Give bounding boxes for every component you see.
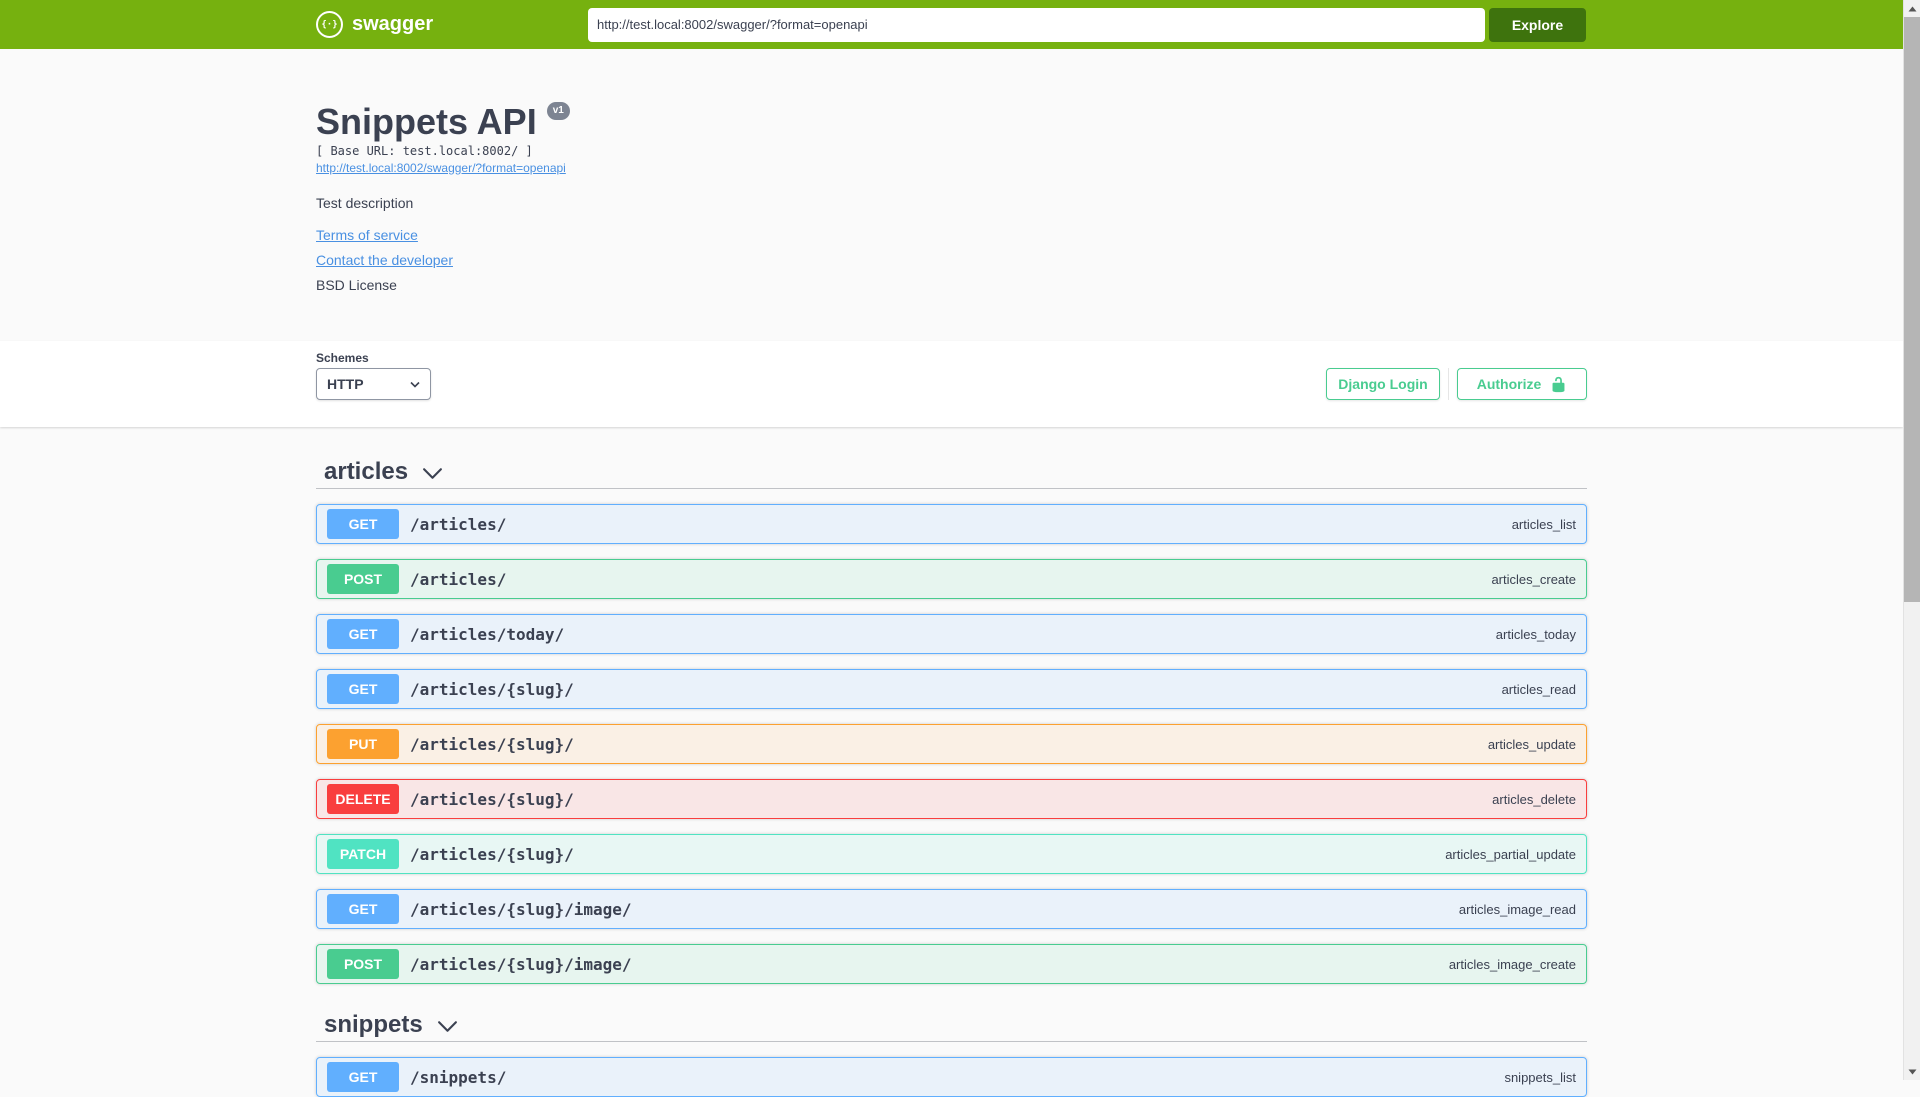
operation-id: articles_image_create bbox=[1448, 956, 1576, 972]
scrollbar[interactable] bbox=[1903, 0, 1920, 1080]
authorize-button[interactable]: Authorize bbox=[1457, 368, 1587, 400]
operation-path: /articles/ bbox=[410, 569, 507, 589]
method-badge: POST bbox=[327, 564, 399, 594]
operation-id: articles_delete bbox=[1492, 791, 1576, 807]
spec-link[interactable]: http://test.local:8002/swagger/?format=o… bbox=[316, 161, 566, 175]
contact-developer-link[interactable]: Contact the developer bbox=[316, 252, 453, 268]
method-badge: GET bbox=[327, 1062, 399, 1092]
method-badge: GET bbox=[327, 509, 399, 539]
tag-section-snippets: snippets GET/snippets/snippets_list bbox=[316, 1000, 1587, 1097]
django-login-button[interactable]: Django Login bbox=[1326, 368, 1440, 400]
explore-button[interactable]: Explore bbox=[1489, 7, 1586, 42]
operation-row[interactable]: POST/articles/{slug}/image/articles_imag… bbox=[316, 944, 1587, 984]
api-description: Test description bbox=[316, 195, 414, 211]
operation-id: articles_read bbox=[1501, 681, 1576, 697]
operation-id: articles_create bbox=[1491, 571, 1576, 587]
operation-id: articles_list bbox=[1511, 516, 1576, 532]
version-badge: v1 bbox=[546, 102, 570, 120]
spec-url-input[interactable] bbox=[588, 7, 1485, 42]
method-badge: POST bbox=[327, 949, 399, 979]
swagger-brand-link[interactable]: {·} swagger bbox=[316, 11, 588, 38]
operation-row[interactable]: GET/articles/articles_list bbox=[316, 504, 1587, 544]
operation-path: /articles/{slug}/ bbox=[410, 734, 574, 754]
topbar: {·} swagger Explore bbox=[0, 0, 1903, 49]
operation-path: /articles/ bbox=[410, 514, 507, 534]
topbar-wrapper: {·} swagger Explore bbox=[316, 7, 1587, 42]
operation-path: /articles/{slug}/ bbox=[410, 679, 574, 699]
method-badge: GET bbox=[327, 894, 399, 924]
chevron-down-icon bbox=[437, 1021, 457, 1032]
operation-row[interactable]: GET/snippets/snippets_list bbox=[316, 1057, 1587, 1097]
operation-row[interactable]: POST/articles/articles_create bbox=[316, 559, 1587, 599]
info-section: Snippets API v1 [ Base URL: test.local:80… bbox=[0, 49, 1903, 341]
operation-path: /articles/{slug}/image/ bbox=[410, 954, 632, 974]
operation-id: articles_image_read bbox=[1458, 901, 1576, 917]
swagger-page: {·} swagger Explore Snippets API v1 [ Bas… bbox=[0, 0, 1903, 1097]
base-url: [ Base URL: test.local:8002/ ] bbox=[316, 144, 533, 158]
method-badge: PATCH bbox=[327, 839, 399, 869]
tag-header-snippets[interactable]: snippets bbox=[316, 1000, 1587, 1042]
tag-name: articles bbox=[324, 458, 409, 485]
operation-path: /articles/{slug}/image/ bbox=[410, 899, 632, 919]
scroll-up-button[interactable] bbox=[1904, 0, 1920, 17]
authorize-label: Authorize bbox=[1476, 376, 1542, 392]
swagger-logo-icon: {·} bbox=[316, 11, 343, 38]
chevron-down-icon bbox=[410, 381, 420, 388]
schemes-block: Schemes HTTP bbox=[316, 351, 431, 400]
method-badge: GET bbox=[327, 674, 399, 704]
scroll-down-button[interactable] bbox=[1904, 1063, 1920, 1080]
chevron-down-icon bbox=[423, 468, 443, 479]
operation-path: /snippets/ bbox=[410, 1067, 507, 1087]
tag-header-articles[interactable]: articles bbox=[316, 447, 1587, 489]
unlock-icon bbox=[1552, 376, 1565, 392]
operation-row[interactable]: GET/articles/{slug}/image/articles_image… bbox=[316, 889, 1587, 929]
method-badge: DELETE bbox=[327, 784, 399, 814]
operation-id: articles_today bbox=[1495, 626, 1576, 642]
spec-url-form: Explore bbox=[588, 7, 1587, 42]
page-title: Snippets API v1 bbox=[316, 100, 1587, 143]
scheme-section: Schemes HTTP Django Login Authorize bbox=[0, 341, 1903, 427]
brand-name: swagger bbox=[352, 13, 434, 35]
operation-id: articles_partial_update bbox=[1445, 846, 1576, 862]
auth-wrapper: Django Login Authorize bbox=[1326, 368, 1587, 400]
method-badge: GET bbox=[327, 619, 399, 649]
operation-row[interactable]: GET/articles/{slug}/ articles_read bbox=[316, 669, 1587, 709]
operation-row[interactable]: PATCH/articles/{slug}/ articles_partial_u… bbox=[316, 834, 1587, 874]
operations-container: articles GET/articles/articles_list POST/a… bbox=[316, 447, 1587, 1097]
api-title-text: Snippets API bbox=[316, 101, 537, 142]
method-badge: PUT bbox=[327, 729, 399, 759]
operation-id: snippets_list bbox=[1504, 1069, 1576, 1085]
triangle-up-icon bbox=[1908, 6, 1916, 11]
scheme-select[interactable]: HTTP bbox=[316, 368, 431, 400]
operation-row[interactable]: DELETE/articles/{slug}/ articles_delete bbox=[316, 779, 1587, 819]
operation-row[interactable]: PUT/articles/{slug}/ articles_update bbox=[316, 724, 1587, 764]
triangle-down-icon bbox=[1908, 1069, 1916, 1074]
operation-path: /articles/{slug}/ bbox=[410, 789, 574, 809]
tag-name: snippets bbox=[324, 1011, 423, 1038]
operation-id: articles_update bbox=[1487, 736, 1576, 752]
license-label: BSD License bbox=[316, 277, 397, 293]
scrollbar-thumb[interactable] bbox=[1904, 17, 1920, 602]
operation-row[interactable]: GET/articles/today/articles_today bbox=[316, 614, 1587, 654]
terms-of-service-link[interactable]: Terms of service bbox=[316, 227, 418, 243]
scheme-selected-value: HTTP bbox=[327, 376, 364, 392]
schemes-label: Schemes bbox=[316, 351, 369, 365]
operation-path: /articles/today/ bbox=[410, 624, 565, 644]
tag-section-articles: articles GET/articles/articles_list POST/a… bbox=[316, 447, 1587, 984]
operation-path: /articles/{slug}/ bbox=[410, 844, 574, 864]
auth-divider bbox=[1448, 368, 1449, 400]
